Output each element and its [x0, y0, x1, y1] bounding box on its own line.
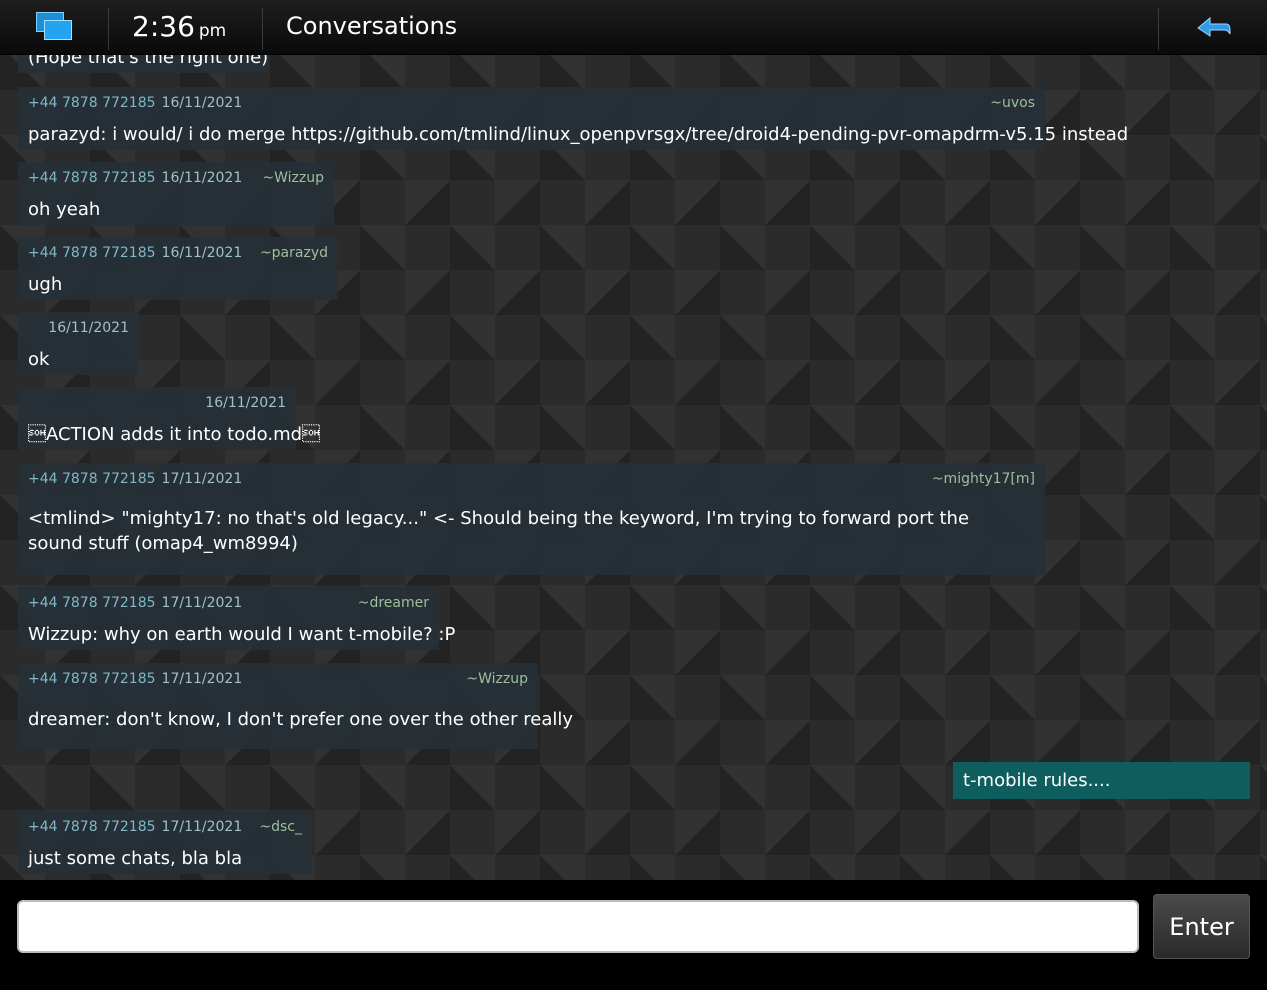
- divider: [108, 8, 109, 50]
- message-body: oh yeah: [28, 199, 101, 220]
- message-body: just some chats, bla bla: [28, 848, 243, 869]
- sender-number: +44 7878 772185: [28, 595, 156, 611]
- sender-number: +44 7878 772185: [28, 245, 156, 261]
- sender-nick: ~Wizzup: [262, 170, 324, 186]
- message: +44 7878 772185 17/11/2021 ~dsc_ just som…: [18, 811, 312, 874]
- message-date: 16/11/2021: [48, 320, 129, 336]
- sender-number: +44 7878 772185: [28, 671, 156, 687]
- sender-nick: ~mighty17[m]: [931, 471, 1035, 487]
- message: +44 7878 772185 16/11/2021 ~uvos parazyd:…: [18, 87, 1129, 150]
- message: +44 7878 772185 16/11/2021 ~parazyd ugh: [18, 237, 338, 300]
- conversation-area[interactable]: (Hope that's the right one) +44 7878 772…: [0, 0, 1267, 880]
- divider: [1158, 8, 1159, 50]
- message-body: <tmlind> "mighty17: no that's old legacy…: [28, 508, 970, 554]
- sender-nick: ~dsc_: [259, 819, 302, 835]
- message-body: ACTION adds it into todo.md: [28, 424, 321, 445]
- message-body: dreamer: don't know, I don't prefer one …: [28, 709, 574, 730]
- message-meta: 16/11/2021: [28, 320, 129, 338]
- message-date: 17/11/2021: [161, 819, 243, 835]
- message-meta: 16/11/2021: [28, 395, 286, 413]
- message-meta: +44 7878 772185 17/11/2021 ~mighty17[m]: [28, 471, 1035, 489]
- message-input[interactable]: [17, 900, 1139, 953]
- divider: [262, 8, 263, 50]
- message-body: ugh: [28, 274, 63, 295]
- message: +44 7878 772185 16/11/2021 ~Wizzup oh yea…: [18, 162, 334, 225]
- message: +44 7878 772185 17/11/2021 ~Wizzup dreame…: [18, 663, 574, 749]
- message: +44 7878 772185 17/11/2021 ~dreamer Wizzu…: [18, 587, 456, 650]
- message: 16/11/2021 ACTION adds it into todo.md: [18, 387, 321, 450]
- clock-time: 2:36: [132, 10, 195, 43]
- message-date: 16/11/2021: [205, 395, 286, 411]
- status-bar: 2:36 pm Conversations: [0, 0, 1267, 55]
- sender-nick: ~dreamer: [357, 595, 429, 611]
- sender-nick: ~uvos: [990, 95, 1035, 111]
- message-meta: +44 7878 772185 16/11/2021 ~Wizzup: [28, 170, 324, 188]
- message-meta: +44 7878 772185 17/11/2021 ~dreamer: [28, 595, 429, 613]
- message-meta: +44 7878 772185 16/11/2021 ~uvos: [28, 95, 1035, 113]
- message-date: 17/11/2021: [161, 471, 243, 487]
- message-body: ok: [28, 349, 50, 370]
- message-date: 17/11/2021: [161, 595, 243, 611]
- message: +44 7878 772185 17/11/2021 ~mighty17[m] <…: [18, 463, 1045, 575]
- message-date: 16/11/2021: [161, 245, 243, 261]
- sender-number: +44 7878 772185: [28, 819, 156, 835]
- sender-nick: ~Wizzup: [466, 671, 528, 687]
- message-date: 16/11/2021: [161, 95, 243, 111]
- back-arrow-icon[interactable]: [1196, 14, 1232, 42]
- message-meta: +44 7878 772185 16/11/2021 ~parazyd: [28, 245, 328, 263]
- sender-number: +44 7878 772185: [28, 471, 156, 487]
- sender-number: +44 7878 772185: [28, 95, 156, 111]
- sender-number: +44 7878 772185: [28, 170, 156, 186]
- message-body: parazyd: i would/ i do merge https://git…: [28, 124, 1129, 145]
- clock[interactable]: 2:36 pm: [132, 10, 226, 43]
- message: 16/11/2021 ok: [18, 312, 139, 375]
- enter-button[interactable]: Enter: [1153, 894, 1250, 959]
- sender-nick: ~parazyd: [259, 245, 328, 261]
- own-message: t-mobile rules....: [953, 762, 1250, 799]
- message-meta: +44 7878 772185 17/11/2021 ~dsc_: [28, 819, 302, 837]
- message-meta: +44 7878 772185 17/11/2021 ~Wizzup: [28, 671, 528, 689]
- page-title[interactable]: Conversations: [286, 12, 457, 40]
- message-date: 17/11/2021: [161, 671, 243, 687]
- own-message-body: t-mobile rules....: [963, 770, 1111, 791]
- message-date: 16/11/2021: [161, 170, 243, 186]
- task-switcher-icon[interactable]: [36, 12, 72, 42]
- message-body: Wizzup: why on earth would I want t-mobi…: [28, 624, 456, 645]
- clock-ampm: pm: [198, 21, 227, 41]
